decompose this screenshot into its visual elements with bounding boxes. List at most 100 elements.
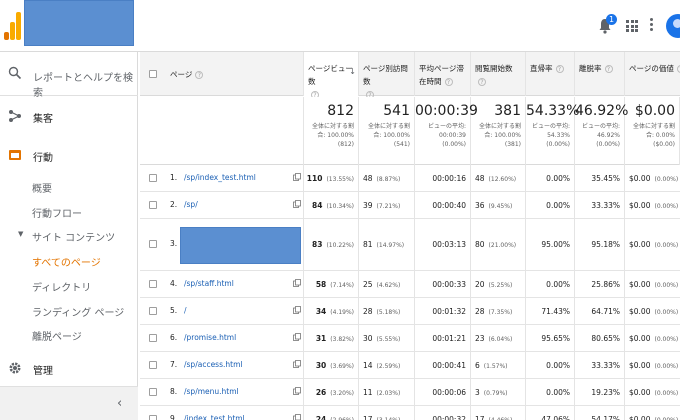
column-header-exit-rate[interactable]: 離脱率? (575, 52, 625, 96)
open-page-icon[interactable] (293, 360, 301, 368)
page-value-value: $0.00 (629, 334, 651, 343)
open-page-icon[interactable] (293, 173, 301, 181)
select-all-checkbox[interactable] (149, 70, 157, 78)
row-checkbox[interactable] (149, 307, 157, 315)
page-path-link[interactable]: /sp/index_test.html (184, 173, 256, 182)
sidebar-footer: ‹ (0, 386, 138, 420)
sidebar-item-landing-pages[interactable]: ランディング ページ (0, 299, 138, 321)
page-value-value: $0.00 (629, 388, 651, 397)
page-value-percent: (0.00%) (654, 336, 679, 343)
cell-avg-time: 00:00:40 (415, 192, 471, 219)
analytics-logo-icon[interactable] (4, 10, 22, 40)
cell-page: 4. /sp/staff.html (166, 271, 304, 298)
column-header-pageviews[interactable]: ページビュー数? ↓ (304, 52, 359, 99)
sidebar-item-directory[interactable]: ディレクトリ (0, 274, 138, 296)
cell-exit-rate: 33.33% (575, 352, 625, 379)
sidebar-item-all-pages[interactable]: すべてのページ (0, 249, 138, 271)
unique-pageviews-value: 48 (363, 174, 373, 183)
cell-entrances: 3 (0.79%) (471, 379, 526, 406)
account-avatar[interactable] (666, 14, 680, 38)
avg-time-value: 00:01:21 (432, 334, 466, 343)
sidebar-item-overview[interactable]: 概要 (0, 175, 138, 197)
total-sub: 全体に対する割 (478, 123, 521, 130)
sidebar-item-exit-pages[interactable]: 離脱ページ (0, 323, 138, 345)
row-number: 6. (170, 333, 178, 342)
unique-pageviews-percent: (5.55%) (376, 336, 401, 343)
row-checkbox[interactable] (149, 361, 157, 369)
sidebar-item-acquisition[interactable]: 集客 (0, 102, 138, 130)
column-header-page[interactable]: ページ? (166, 52, 304, 96)
page-path-link[interactable]: /promise.html (184, 333, 236, 342)
sidebar-item-behavior-flow[interactable]: 行動フロー (0, 200, 138, 222)
cell-bounce-rate: 95.65% (526, 325, 575, 352)
cell-pageviews: 31 (3.82%) (304, 325, 359, 352)
redacted-account-selector[interactable] (24, 0, 134, 46)
open-page-icon[interactable] (293, 387, 301, 395)
page-path-link[interactable]: /index_test.html (184, 414, 245, 420)
sidebar-item-site-content[interactable]: ▼ サイト コンテンツ (0, 224, 138, 246)
cell-pageviews: 30 (3.69%) (304, 352, 359, 379)
sidebar-search[interactable]: レポートとヘルプを検索 (0, 52, 138, 99)
table-row: 2./sp/84 (10.34%) 39 (7.21%) 00:00:40 36 (9.45… (140, 192, 680, 219)
redacted-page-path[interactable] (180, 227, 301, 264)
open-page-icon[interactable] (293, 279, 301, 287)
row-checkbox[interactable] (149, 201, 157, 209)
row-checkbox[interactable] (149, 240, 157, 248)
page-path-link[interactable]: /sp/menu.html (184, 387, 239, 396)
open-page-icon[interactable] (293, 333, 301, 341)
cell-unique-pageviews: 30 (5.55%) (359, 325, 415, 352)
cell-exit-rate: 54.17% (575, 406, 625, 420)
open-page-icon[interactable] (293, 200, 301, 208)
cell-page-value: $0.00(0.00%) (625, 298, 680, 325)
row-checkbox[interactable] (149, 388, 157, 396)
cell-pageviews: 84 (10.34%) (304, 192, 359, 219)
total-cell: 54.33% ビューの平均: 54.33% (0.00%) (526, 97, 579, 165)
page-path-link[interactable]: / (184, 306, 187, 315)
pageviews-value: 34 (315, 307, 327, 316)
exit-rate-value: 19.23% (591, 388, 620, 397)
more-vert-icon[interactable] (650, 18, 654, 32)
help-icon[interactable]: ? (195, 71, 204, 79)
column-header-label: ページの価値 (629, 64, 674, 73)
row-checkbox[interactable] (149, 415, 157, 420)
help-icon[interactable]: ? (444, 78, 453, 86)
column-header-bounce-rate[interactable]: 直帰率? (526, 52, 575, 96)
sidebar-item-label: すべてのページ (32, 258, 101, 269)
help-icon[interactable]: ? (478, 78, 486, 86)
cell-bounce-rate: 95.00% (526, 219, 575, 271)
page-path-link[interactable]: /sp/ (184, 200, 198, 209)
sidebar: レポートとヘルプを検索 集客 行動 概要 行動フロー ▼ サイト コンテンツ す… (0, 52, 138, 420)
cell-unique-pageviews: 17(3.14%) (359, 406, 415, 420)
collapse-chevron-icon[interactable]: ‹ (117, 396, 122, 411)
sidebar-item-behavior[interactable]: 行動 (0, 141, 138, 169)
column-header-page-value[interactable]: ページの価値? (625, 52, 680, 96)
cell-unique-pageviews: 11 (2.03%) (359, 379, 415, 406)
help-icon[interactable]: ? (604, 65, 613, 73)
open-page-icon[interactable] (293, 306, 301, 314)
sidebar-item-admin[interactable]: 管理 (0, 354, 138, 382)
page-value-percent: (0.00%) (654, 390, 679, 397)
row-checkbox[interactable] (149, 174, 157, 182)
column-header-avg-time[interactable]: 平均ページ滞在時間? (415, 52, 471, 96)
table-row: 1./sp/index_test.html 110 (13.55%) 48 (8.87%… (140, 165, 680, 192)
caret-down-icon: ▼ (18, 230, 24, 238)
page-path-link[interactable]: /sp/access.html (184, 360, 242, 369)
cell-bounce-rate: 71.43% (526, 298, 575, 325)
row-checkbox[interactable] (149, 280, 157, 288)
pageviews-value: 83 (312, 240, 323, 249)
exit-rate-value: 54.17% (591, 415, 620, 420)
cell-exit-rate: 33.33% (575, 192, 625, 219)
total-sub: (0.00%) (546, 141, 570, 148)
column-header-unique-pageviews[interactable]: ページ別訪問数? (359, 52, 415, 99)
cell-page-value: $0.00(0.00%) (625, 165, 680, 192)
column-header-entrances[interactable]: 閲覧開始数? (471, 52, 526, 96)
help-icon[interactable]: ? (555, 65, 564, 73)
apps-grid-icon[interactable] (626, 20, 638, 32)
row-checkbox[interactable] (149, 334, 157, 342)
avg-time-value: 00:01:32 (432, 307, 466, 316)
open-page-icon[interactable] (293, 414, 301, 420)
unique-pageviews-value: 39 (363, 201, 373, 210)
column-header-label: ページビュー数 (308, 64, 353, 86)
page-path-link[interactable]: /sp/staff.html (184, 279, 234, 288)
exit-rate-value: 33.33% (591, 361, 620, 370)
